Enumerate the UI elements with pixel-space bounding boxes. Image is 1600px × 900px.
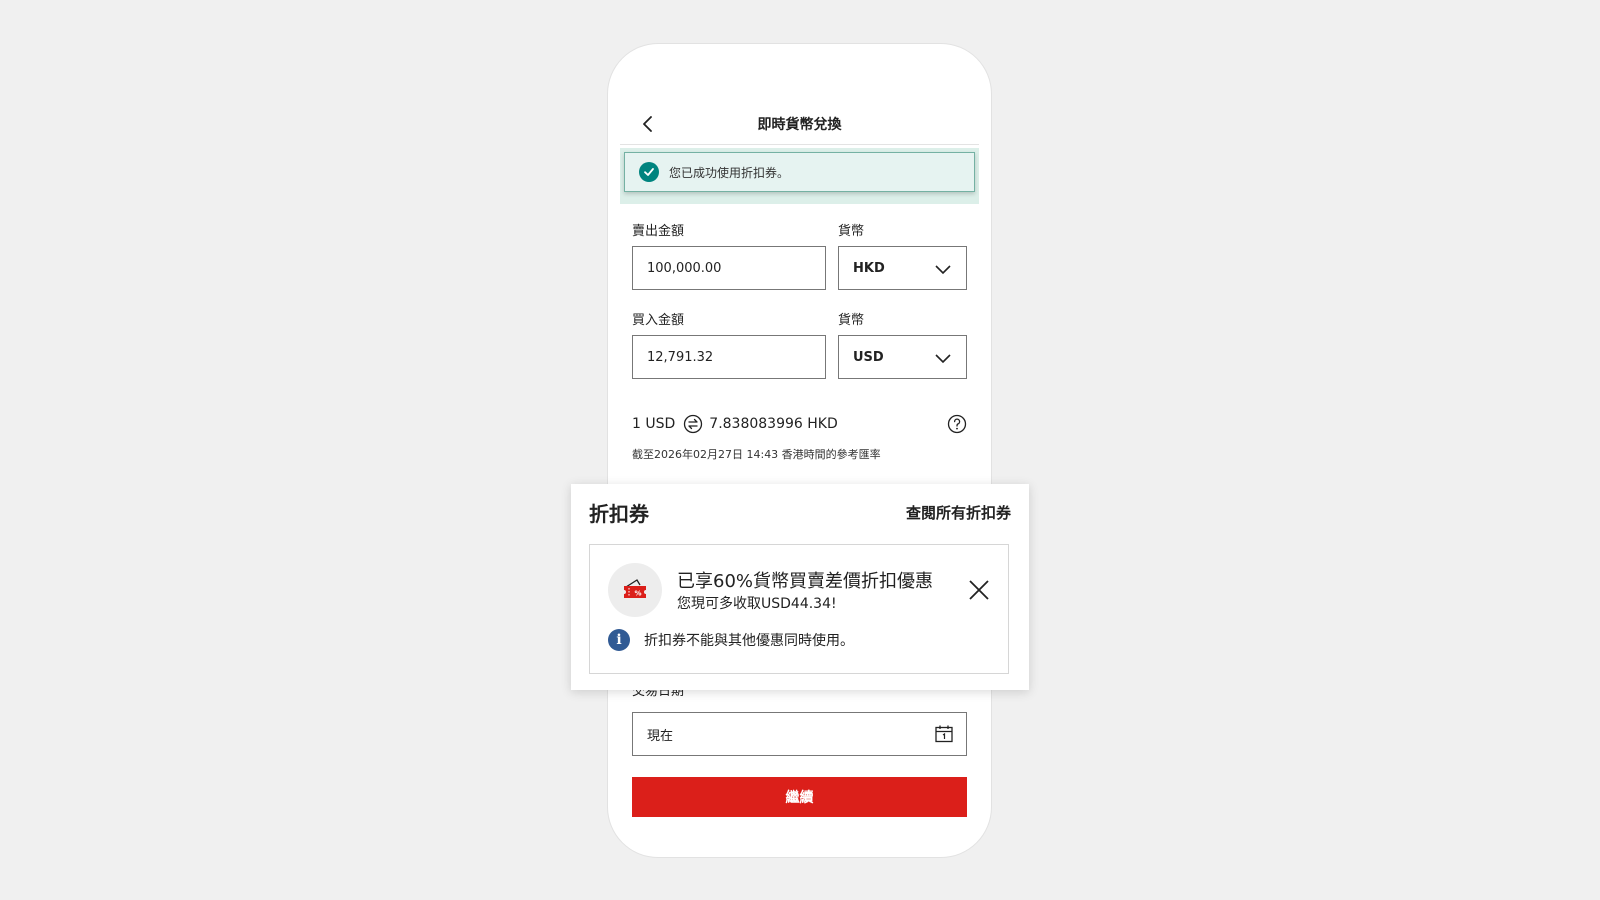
close-icon <box>969 580 989 600</box>
svg-text:%: % <box>634 590 641 598</box>
swap-icon <box>683 414 703 434</box>
coupon-info-row: i 折扣券不能與其他優惠同時使用。 <box>608 629 854 651</box>
calendar-icon <box>934 724 954 744</box>
phone-frame: 即時貨幣兌換 您已成功使用折扣券。 賣出金額 貨幣 100,000.00 HKD… <box>608 44 991 857</box>
buy-currency-value: USD <box>853 349 884 365</box>
check-circle-icon <box>639 162 659 182</box>
chevron-down-icon <box>934 260 952 278</box>
chevron-down-icon <box>934 349 952 367</box>
sell-amount-input[interactable]: 100,000.00 <box>632 246 826 290</box>
trade-date-value: 現在 <box>647 728 674 744</box>
help-icon[interactable] <box>947 414 967 434</box>
ticket-icon: % <box>608 563 662 617</box>
toast-message: 您已成功使用折扣券。 <box>669 165 790 180</box>
exchange-rate-row: 1 USD 7.838083996 HKD <box>632 412 967 436</box>
buy-currency-select[interactable]: USD <box>838 335 967 379</box>
applied-coupon: % 已享60%貨幣買賣差價折扣優惠 您現可多收取USD44.34! i 折扣券不… <box>589 544 1009 674</box>
coupon-card: 折扣券 查閱所有折扣券 % 已享60%貨幣買賣差價折扣優惠 您現可多收取USD4… <box>571 484 1029 690</box>
coupon-headline: 已享60%貨幣買賣差價折扣優惠 <box>677 571 934 592</box>
coupon-savings: 您現可多收取USD44.34! <box>677 596 837 612</box>
buy-currency-label: 貨幣 <box>838 313 865 328</box>
view-all-coupons-link[interactable]: 查閱所有折扣券 <box>906 502 1011 523</box>
success-toast: 您已成功使用折扣券。 <box>624 152 975 192</box>
sell-currency-value: HKD <box>853 260 885 276</box>
buy-amount-label: 買入金額 <box>632 313 685 328</box>
app-header: 即時貨幣兌換 <box>620 100 979 145</box>
coupon-info-text: 折扣券不能與其他優惠同時使用。 <box>644 633 854 649</box>
info-icon: i <box>608 629 630 651</box>
sell-amount-label: 賣出金額 <box>632 224 685 239</box>
rate-to: 7.838083996 HKD <box>709 416 838 432</box>
coupon-section-title: 折扣券 <box>589 502 649 526</box>
sell-currency-label: 貨幣 <box>838 224 865 239</box>
page-title: 即時貨幣兌換 <box>757 117 842 133</box>
trade-date-field[interactable]: 現在 <box>632 712 967 756</box>
continue-button[interactable]: 繼續 <box>632 777 967 817</box>
remove-coupon-button[interactable] <box>968 579 990 601</box>
buy-amount-input[interactable]: 12,791.32 <box>632 335 826 379</box>
rate-note: 截至2026年02月27日 14:43 香港時間的參考匯率 <box>632 448 881 461</box>
sell-currency-select[interactable]: HKD <box>838 246 967 290</box>
rate-from: 1 USD <box>632 416 676 432</box>
